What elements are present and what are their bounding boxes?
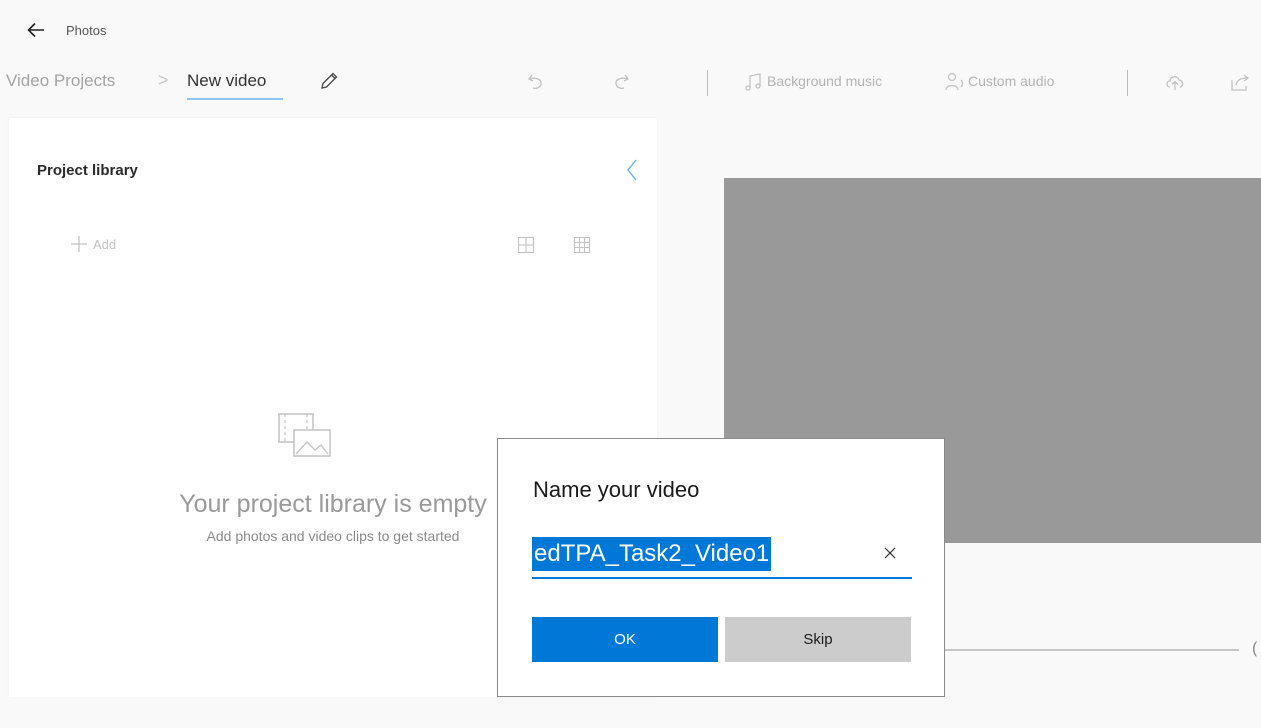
close-icon <box>884 547 896 559</box>
name-video-dialog: Name your video edTPA_Task2_Video1 OK Sk… <box>497 438 945 697</box>
pencil-icon <box>321 72 338 89</box>
add-media-button[interactable]: Add <box>71 236 116 252</box>
undo-button[interactable] <box>525 71 547 93</box>
person-audio-icon <box>945 72 964 91</box>
share-button[interactable] <box>1229 71 1251 93</box>
rename-button[interactable] <box>318 70 342 94</box>
toolbar-divider <box>1127 70 1128 96</box>
redo-icon <box>615 74 629 90</box>
grid-small-icon <box>573 236 591 254</box>
chevron-left-icon <box>627 159 637 181</box>
clear-input-button[interactable] <box>878 541 902 565</box>
plus-icon <box>71 236 87 252</box>
playback-time-label: ( <box>1252 640 1258 657</box>
back-arrow-icon <box>27 22 44 38</box>
custom-audio-icon-button[interactable] <box>944 71 966 93</box>
small-grid-view-button[interactable] <box>573 236 593 256</box>
music-note-icon <box>745 73 761 91</box>
breadcrumb-underline <box>187 98 283 100</box>
title-bar: Photos <box>0 0 1261 62</box>
share-icon <box>1231 74 1250 91</box>
background-music-icon-button[interactable] <box>743 71 765 93</box>
empty-library-icon <box>276 408 336 468</box>
custom-audio-button[interactable]: Custom audio <box>968 73 1054 89</box>
editor-header: Video Projects > New video Background mu… <box>0 62 1261 110</box>
ok-button[interactable]: OK <box>532 617 718 662</box>
playback-progress-track[interactable] <box>945 649 1239 651</box>
large-grid-view-button[interactable] <box>517 236 537 256</box>
cloud-upload-icon <box>1166 76 1184 90</box>
add-label: Add <box>93 236 117 252</box>
dialog-title: Name your video <box>533 477 700 502</box>
toolbar-divider <box>707 70 708 96</box>
redo-button[interactable] <box>610 71 632 93</box>
skip-button[interactable]: Skip <box>725 617 911 662</box>
grid-large-icon <box>517 236 535 254</box>
library-title: Project library <box>37 162 138 179</box>
back-button[interactable] <box>24 18 48 42</box>
collapse-library-button[interactable] <box>621 156 645 184</box>
video-name-input[interactable]: edTPA_Task2_Video1 <box>532 537 772 571</box>
breadcrumb-separator: > <box>158 70 169 90</box>
breadcrumb-video-projects[interactable]: Video Projects <box>6 71 115 91</box>
video-name-field[interactable]: edTPA_Task2_Video1 <box>532 535 912 579</box>
undo-icon <box>528 74 542 90</box>
breadcrumb-current: New video <box>187 71 267 90</box>
app-title: Photos <box>66 23 107 38</box>
upload-button[interactable] <box>1164 71 1186 93</box>
background-music-button[interactable]: Background music <box>767 73 882 89</box>
